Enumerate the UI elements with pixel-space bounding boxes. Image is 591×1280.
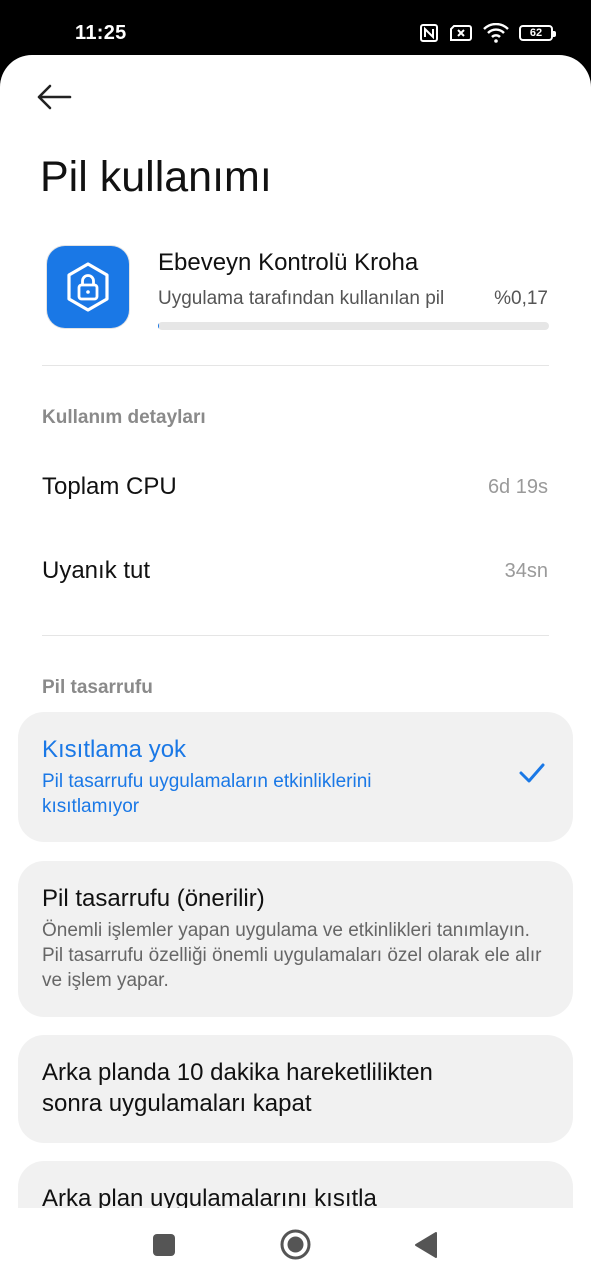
divider	[42, 365, 549, 366]
section-heading-usage-details: Kullanım detayları	[42, 407, 206, 428]
section-heading-battery-saver: Pil tasarrufu	[42, 677, 153, 698]
no-sim-icon	[450, 25, 472, 41]
shield-lock-icon	[67, 262, 109, 312]
option-description: Pil tasarrufu uygulamaların etkinlikleri…	[42, 771, 372, 817]
usage-label: Uygulama tarafından kullanılan pil	[158, 288, 445, 309]
keep-awake-label: Uyanık tut	[42, 557, 151, 584]
back-button[interactable]	[36, 77, 84, 117]
divider	[42, 635, 549, 636]
nfc-icon	[420, 24, 438, 42]
recents-square-icon[interactable]	[152, 1233, 176, 1257]
status-icons: 62	[419, 23, 556, 43]
app-icon	[47, 246, 129, 328]
option-title: Arka planda 10 dakika hareketlilikten so…	[42, 1059, 433, 1117]
back-triangle-icon[interactable]	[414, 1231, 438, 1259]
checkmark-icon	[519, 763, 545, 783]
battery-icon: 62	[519, 25, 556, 41]
navigation-bar	[0, 1208, 591, 1280]
option-title: Pil tasarrufu (önerilir)	[42, 885, 265, 912]
page-title: Pil kullanımı	[40, 153, 272, 201]
usage-progress-bar	[158, 322, 549, 330]
arrow-left-icon	[37, 84, 72, 110]
option-no-restriction[interactable]: Kısıtlama yok Pil tasarrufu uygulamaları…	[18, 712, 573, 842]
option-close-after-10-min[interactable]: Arka planda 10 dakika hareketlilikten so…	[18, 1035, 573, 1143]
app-name: Ebeveyn Kontrolü Kroha	[158, 249, 419, 276]
status-time: 11:25	[75, 22, 127, 44]
home-circle-icon[interactable]	[280, 1229, 311, 1260]
battery-level: 62	[529, 27, 543, 39]
usage-progress-fill	[158, 322, 159, 330]
battery-usage-screen: Pil kullanımı Ebeveyn Kontrolü Kroha Uyg…	[0, 55, 591, 1280]
usage-value: %0,17	[494, 288, 548, 309]
option-title: Kısıtlama yok	[42, 736, 187, 763]
total-cpu-label: Toplam CPU	[42, 473, 177, 500]
wifi-icon	[483, 23, 509, 43]
option-battery-saver-recommended[interactable]: Pil tasarrufu (önerilir) Önemli işlemler…	[18, 861, 573, 1017]
status-bar: 11:25 62	[0, 0, 591, 62]
option-description: Önemli işlemler yapan uygulama ve etkinl…	[42, 920, 542, 991]
total-cpu-value: 6d 19s	[487, 476, 548, 498]
keep-awake-value: 34sn	[504, 560, 548, 582]
